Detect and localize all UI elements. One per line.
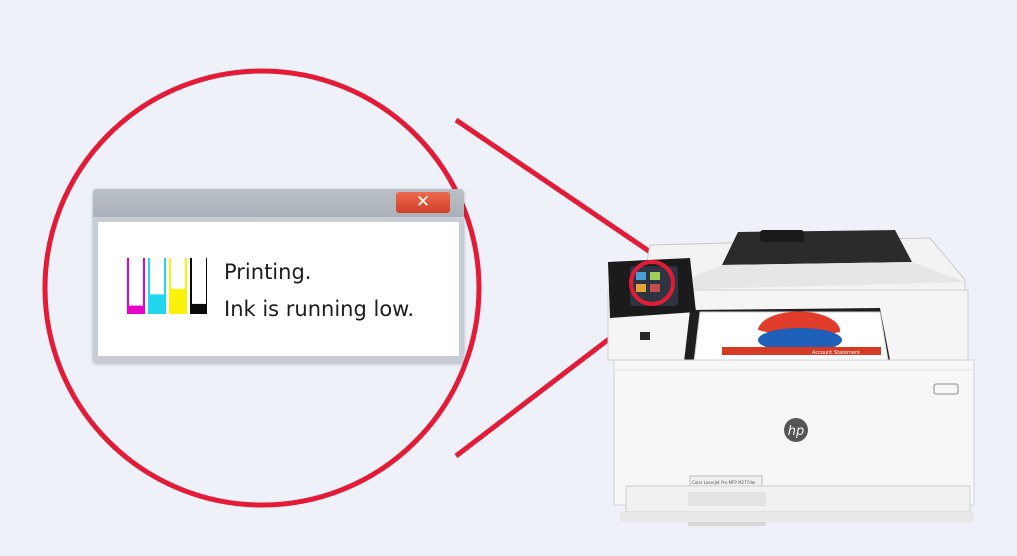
close-button[interactable]: ✕ [396,192,450,213]
ink-level-yellow [169,288,187,314]
ink-levels-icon [127,258,207,314]
status-text: Printing. [224,260,312,284]
sheet-label: Account Statement [812,350,860,356]
model-label: Color LaserJet Pro MFP M277dw [692,480,756,485]
ink-outline-magenta [127,258,145,314]
ink-cartridge-yellow [169,258,187,314]
ink-cartridge-magenta [127,258,145,314]
printer-image: Account Statement hp Color LaserJet Pro … [607,230,975,526]
dialog-body: Printing. Ink is running low. [98,222,459,356]
dialog-titlebar: ✕ [93,189,464,217]
low-ink-dialog: ✕ Printing. Ink is running low. [93,189,464,363]
hp-logo: hp [788,424,805,439]
ink-level-cyan [148,294,166,314]
ink-cartridge-black [190,258,207,314]
warning-text: Ink is running low. [224,297,415,321]
callout-line-top [454,117,664,263]
ink-cartridge-cyan [148,258,166,314]
